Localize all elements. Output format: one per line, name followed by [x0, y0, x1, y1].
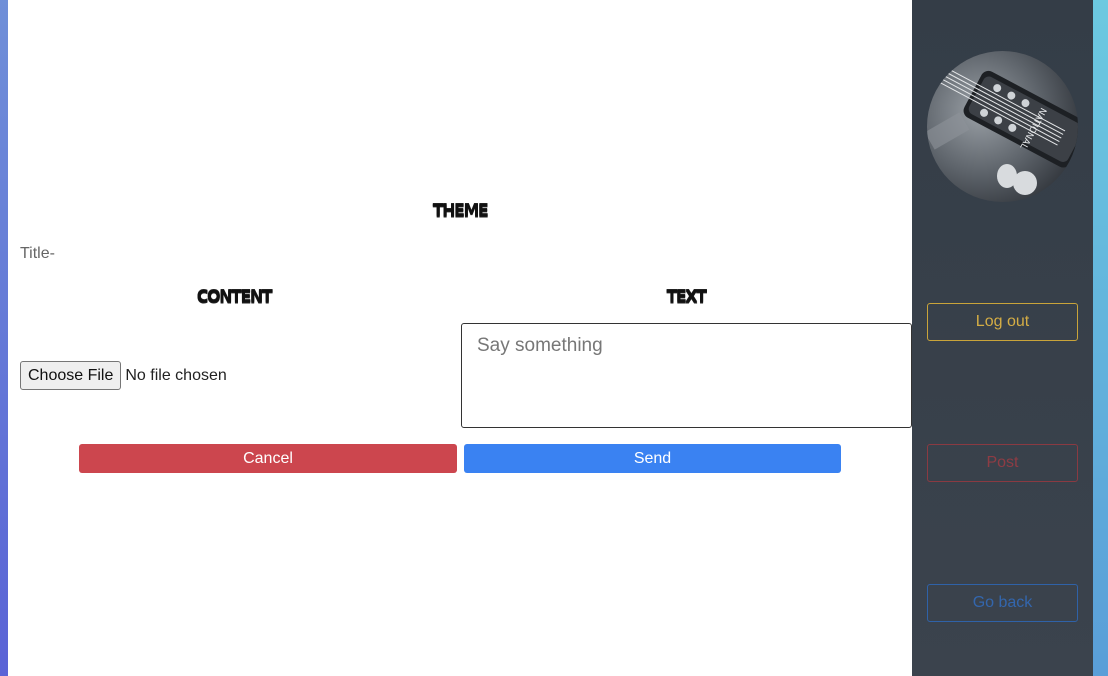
send-button[interactable]: Send: [464, 444, 841, 473]
guitar-headstock-avatar-icon: NATIONAL: [927, 51, 1078, 202]
post-form-panel: THEME Title- CONTENT TEXT Choose File No…: [8, 0, 912, 676]
choose-file-button[interactable]: Choose File: [20, 361, 122, 390]
content-heading: CONTENT: [196, 286, 273, 307]
text-input[interactable]: Say something: [461, 323, 912, 428]
sidebar: NATIONAL Log out Post Go back: [912, 0, 1093, 676]
background-edge: [1093, 0, 1108, 676]
file-status-text: No file chosen: [125, 366, 227, 384]
logout-button[interactable]: Log out: [927, 303, 1078, 341]
post-button[interactable]: Post: [927, 444, 1078, 482]
title-label: Title-: [20, 245, 55, 262]
go-back-button[interactable]: Go back: [927, 584, 1078, 622]
file-input[interactable]: Choose File No file chosen: [20, 361, 227, 390]
avatar: NATIONAL: [927, 51, 1078, 202]
cancel-button[interactable]: Cancel: [79, 444, 457, 473]
theme-heading: THEME: [432, 200, 489, 221]
text-heading: TEXT: [666, 286, 707, 307]
